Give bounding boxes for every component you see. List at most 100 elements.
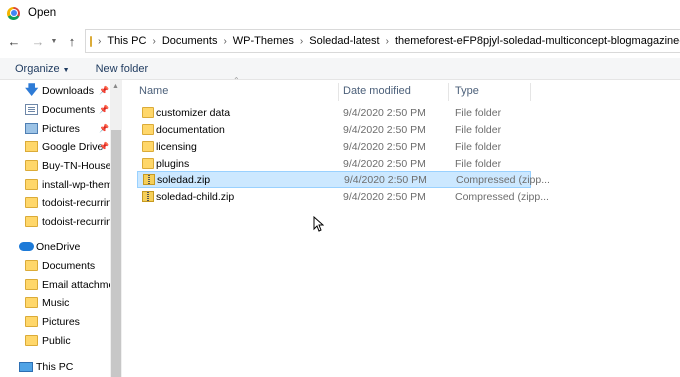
file-type: Compressed (zipp...: [455, 190, 549, 203]
computer-icon: [19, 361, 33, 372]
nav-item-label: Buy-TN-House: [42, 159, 110, 172]
nav-pane-scrollbar[interactable]: ▲: [110, 80, 122, 377]
recent-locations-chevron-icon[interactable]: ▼: [49, 31, 59, 51]
nav-item-label: Google Drive: [42, 140, 104, 153]
pin-icon: 📌: [99, 86, 109, 95]
breadcrumb-theme-folder[interactable]: themeforest-eFP8pjyl-soledad-multiconcep…: [395, 35, 680, 47]
pin-icon: 📌: [99, 142, 109, 151]
breadcrumb-wp-themes[interactable]: WP-Themes: [233, 35, 294, 47]
file-row[interactable]: customizer data 9/4/2020 2:50 PM File fo…: [137, 104, 531, 121]
chevron-right-icon[interactable]: ›: [223, 36, 226, 47]
file-date: 9/4/2020 2:50 PM: [344, 173, 427, 186]
nav-item-downloads[interactable]: 🡇 Downloads 📌: [0, 81, 110, 100]
nav-item-google-drive[interactable]: Google Drive 📌: [0, 137, 110, 156]
file-date: 9/4/2020 2:50 PM: [343, 123, 426, 136]
nav-item-onedrive-pictures[interactable]: Pictures: [0, 312, 110, 331]
nav-item-todoist-recurring-1[interactable]: todoist-recurring: [0, 193, 110, 212]
file-date: 9/4/2020 2:50 PM: [343, 140, 426, 153]
nav-item-pictures[interactable]: Pictures 📌: [0, 119, 110, 138]
folder-icon: [25, 279, 38, 290]
file-name: customizer data: [156, 106, 231, 119]
file-date: 9/4/2020 2:50 PM: [343, 157, 426, 170]
back-arrow-icon[interactable]: ←: [5, 31, 23, 51]
window-title: Open: [28, 7, 57, 19]
nav-item-this-pc[interactable]: This PC: [0, 357, 110, 376]
forward-arrow-icon[interactable]: →: [29, 31, 47, 51]
mouse-cursor-icon: [313, 216, 324, 232]
chevron-down-icon: ▼: [62, 66, 70, 74]
chevron-right-icon[interactable]: ›: [152, 36, 155, 47]
file-name: licensing: [156, 140, 197, 153]
folder-icon: [142, 107, 154, 118]
folder-icon: [142, 158, 154, 169]
nav-item-documents[interactable]: Documents 📌: [0, 100, 110, 119]
folder-icon: [25, 141, 38, 152]
file-type: File folder: [455, 106, 502, 119]
new-folder-button[interactable]: New folder: [96, 63, 149, 75]
scrollbar-thumb[interactable]: [111, 130, 121, 377]
nav-item-public[interactable]: Public: [0, 331, 110, 350]
file-row[interactable]: licensing 9/4/2020 2:50 PM File folder: [137, 138, 531, 155]
file-row[interactable]: plugins 9/4/2020 2:50 PM File folder: [137, 155, 531, 172]
organize-label: Organize: [15, 62, 60, 75]
breadcrumb-documents[interactable]: Documents: [162, 35, 218, 47]
file-type: File folder: [455, 123, 502, 136]
folder-icon: [142, 124, 154, 135]
chevron-right-icon[interactable]: ›: [300, 36, 303, 47]
folder-icon: [25, 160, 38, 171]
column-header-date-modified[interactable]: Date modified: [343, 81, 453, 101]
navigation-row: ← → ▼ ↑ › This PC › Documents › WP-Theme…: [0, 26, 680, 56]
column-header-type[interactable]: Type: [455, 81, 535, 101]
scroll-up-arrow-icon[interactable]: ▲: [112, 83, 119, 90]
folder-icon: [25, 179, 38, 190]
nav-item-install-wp-theme[interactable]: install-wp-them: [0, 175, 110, 194]
nav-item-label: Public: [42, 334, 71, 347]
breadcrumb-this-pc[interactable]: This PC: [107, 35, 146, 47]
file-name: documentation: [156, 123, 225, 136]
chrome-icon: [7, 6, 20, 20]
folder-icon: [142, 141, 154, 152]
file-name: soledad.zip: [157, 173, 211, 186]
title-bar: Open: [0, 0, 680, 26]
nav-item-label: todoist-recurring: [42, 196, 110, 209]
nav-item-label: install-wp-them: [42, 178, 110, 191]
pin-icon: 📌: [99, 124, 109, 133]
column-divider[interactable]: [530, 83, 531, 101]
organize-button[interactable]: Organize ▼: [15, 63, 70, 75]
column-header-name[interactable]: Name: [139, 81, 337, 101]
file-type: File folder: [455, 157, 502, 170]
nav-item-buy-tn-house[interactable]: Buy-TN-House: [0, 156, 110, 175]
folder-icon: [90, 35, 92, 47]
pictures-icon: [25, 123, 38, 134]
nav-item-label: Pictures: [42, 122, 80, 135]
column-divider[interactable]: [338, 83, 339, 101]
file-row[interactable]: soledad-child.zip 9/4/2020 2:50 PM Compr…: [137, 188, 549, 205]
breadcrumb-soledad-latest[interactable]: Soledad-latest: [309, 35, 379, 47]
chevron-right-icon[interactable]: ›: [386, 36, 389, 47]
chevron-right-icon[interactable]: ›: [98, 36, 101, 47]
zip-archive-icon: [143, 174, 155, 185]
documents-icon: [25, 104, 38, 115]
file-row-selected[interactable]: soledad.zip 9/4/2020 2:50 PM Compressed …: [137, 171, 550, 188]
file-row[interactable]: documentation 9/4/2020 2:50 PM File fold…: [137, 121, 531, 138]
folder-icon: [25, 260, 38, 271]
nav-item-label: Email attachmer: [42, 278, 110, 291]
nav-item-label: This PC: [36, 360, 74, 373]
nav-item-music[interactable]: Music: [0, 293, 110, 312]
nav-item-label: Downloads: [42, 84, 94, 97]
onedrive-cloud-icon: [19, 242, 34, 251]
command-bar: Organize ▼ New folder: [0, 58, 680, 80]
nav-item-email-attachments[interactable]: Email attachmer: [0, 275, 110, 294]
nav-item-todoist-recurring-2[interactable]: todoist-recurring: [0, 212, 110, 231]
address-bar[interactable]: › This PC › Documents › WP-Themes › Sole…: [85, 29, 680, 53]
column-divider[interactable]: [448, 83, 449, 101]
folder-icon: [25, 297, 38, 308]
up-arrow-icon[interactable]: ↑: [63, 31, 81, 51]
file-name: plugins: [156, 157, 190, 170]
nav-item-onedrive-documents[interactable]: Documents: [0, 256, 110, 275]
nav-item-onedrive[interactable]: OneDrive: [0, 237, 110, 256]
folder-icon: [25, 197, 38, 208]
file-date: 9/4/2020 2:50 PM: [343, 106, 426, 119]
folder-icon: [25, 216, 38, 227]
zip-archive-icon: [142, 191, 154, 202]
